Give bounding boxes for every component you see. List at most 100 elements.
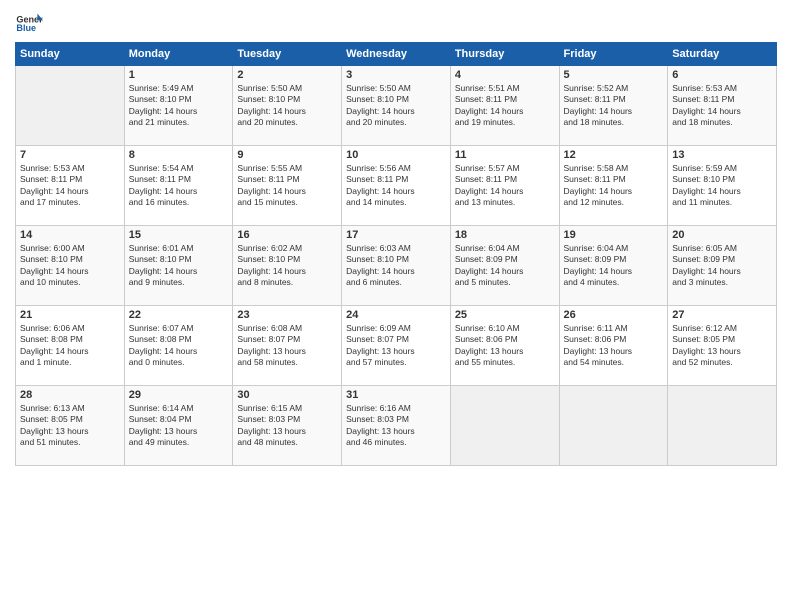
calendar-week-row: 14 Sunrise: 6:00 AM Sunset: 8:10 PM Dayli… — [16, 226, 777, 306]
day-number: 3 — [346, 69, 446, 81]
header: General Blue — [15, 10, 777, 38]
cell-info: Sunrise: 6:08 AM Sunset: 8:07 PM Dayligh… — [237, 323, 337, 369]
day-number: 25 — [455, 309, 555, 321]
calendar-cell: 31 Sunrise: 6:16 AM Sunset: 8:03 PM Dayli… — [342, 386, 451, 466]
cell-info: Sunrise: 5:53 AM Sunset: 8:11 PM Dayligh… — [672, 83, 772, 129]
calendar-cell: 23 Sunrise: 6:08 AM Sunset: 8:07 PM Dayli… — [233, 306, 342, 386]
cell-info: Sunrise: 5:53 AM Sunset: 8:11 PM Dayligh… — [20, 163, 120, 209]
calendar-cell: 4Sunrise: 5:51 AM Sunset: 8:11 PM Daylig… — [450, 66, 559, 146]
cell-info: Sunrise: 5:55 AM Sunset: 8:11 PM Dayligh… — [237, 163, 337, 209]
calendar-cell: 24 Sunrise: 6:09 AM Sunset: 8:07 PM Dayli… — [342, 306, 451, 386]
calendar-cell — [559, 386, 668, 466]
calendar-week-row: 28 Sunrise: 6:13 AM Sunset: 8:05 PM Dayli… — [16, 386, 777, 466]
cell-info: Sunrise: 6:07 AM Sunset: 8:08 PM Dayligh… — [129, 323, 229, 369]
day-number: 27 — [672, 309, 772, 321]
page-container: General Blue SundayMondayTuesdayWednesda… — [0, 0, 792, 471]
day-number: 8 — [129, 149, 229, 161]
calendar-cell: 9Sunrise: 5:55 AM Sunset: 8:11 PM Daylig… — [233, 146, 342, 226]
cell-info: Sunrise: 6:15 AM Sunset: 8:03 PM Dayligh… — [237, 403, 337, 449]
calendar-cell: 7 Sunrise: 5:53 AM Sunset: 8:11 PM Daylig… — [16, 146, 125, 226]
day-number: 31 — [346, 389, 446, 401]
day-number: 22 — [129, 309, 229, 321]
calendar-week-row: 21 Sunrise: 6:06 AM Sunset: 8:08 PM Dayli… — [16, 306, 777, 386]
cell-info: Sunrise: 5:50 AM Sunset: 8:10 PM Dayligh… — [237, 83, 337, 129]
day-number: 28 — [20, 389, 120, 401]
calendar-cell — [668, 386, 777, 466]
cell-info: Sunrise: 6:09 AM Sunset: 8:07 PM Dayligh… — [346, 323, 446, 369]
cell-info: Sunrise: 5:59 AM Sunset: 8:10 PM Dayligh… — [672, 163, 772, 209]
day-of-week-thursday: Thursday — [450, 43, 559, 66]
cell-info: Sunrise: 6:00 AM Sunset: 8:10 PM Dayligh… — [20, 243, 120, 289]
calendar-cell: 26Sunrise: 6:11 AM Sunset: 8:06 PM Dayli… — [559, 306, 668, 386]
calendar-cell: 1 Sunrise: 5:49 AM Sunset: 8:10 PM Daylig… — [124, 66, 233, 146]
day-number: 23 — [237, 309, 337, 321]
calendar-cell: 11 Sunrise: 5:57 AM Sunset: 8:11 PM Dayli… — [450, 146, 559, 226]
day-of-week-monday: Monday — [124, 43, 233, 66]
day-number: 21 — [20, 309, 120, 321]
calendar-cell: 28 Sunrise: 6:13 AM Sunset: 8:05 PM Dayli… — [16, 386, 125, 466]
day-number: 12 — [564, 149, 664, 161]
cell-info: Sunrise: 5:50 AM Sunset: 8:10 PM Dayligh… — [346, 83, 446, 129]
day-number: 20 — [672, 229, 772, 241]
calendar-cell: 25Sunrise: 6:10 AM Sunset: 8:06 PM Dayli… — [450, 306, 559, 386]
cell-info: Sunrise: 5:54 AM Sunset: 8:11 PM Dayligh… — [129, 163, 229, 209]
calendar-cell: 18 Sunrise: 6:04 AM Sunset: 8:09 PM Dayli… — [450, 226, 559, 306]
day-number: 30 — [237, 389, 337, 401]
day-number: 14 — [20, 229, 120, 241]
day-number: 18 — [455, 229, 555, 241]
calendar-cell: 27Sunrise: 6:12 AM Sunset: 8:05 PM Dayli… — [668, 306, 777, 386]
day-number: 5 — [564, 69, 664, 81]
calendar-cell: 17 Sunrise: 6:03 AM Sunset: 8:10 PM Dayli… — [342, 226, 451, 306]
calendar-cell: 5 Sunrise: 5:52 AM Sunset: 8:11 PM Daylig… — [559, 66, 668, 146]
calendar-table: SundayMondayTuesdayWednesdayThursdayFrid… — [15, 42, 777, 466]
day-of-week-sunday: Sunday — [16, 43, 125, 66]
calendar-cell: 13 Sunrise: 5:59 AM Sunset: 8:10 PM Dayli… — [668, 146, 777, 226]
svg-text:Blue: Blue — [16, 23, 36, 33]
logo: General Blue — [15, 10, 43, 38]
calendar-cell: 12 Sunrise: 5:58 AM Sunset: 8:11 PM Dayli… — [559, 146, 668, 226]
calendar-cell: 15Sunrise: 6:01 AM Sunset: 8:10 PM Dayli… — [124, 226, 233, 306]
cell-info: Sunrise: 5:58 AM Sunset: 8:11 PM Dayligh… — [564, 163, 664, 209]
cell-info: Sunrise: 5:56 AM Sunset: 8:11 PM Dayligh… — [346, 163, 446, 209]
day-number: 4 — [455, 69, 555, 81]
calendar-cell: 3 Sunrise: 5:50 AM Sunset: 8:10 PM Daylig… — [342, 66, 451, 146]
day-number: 24 — [346, 309, 446, 321]
day-of-week-saturday: Saturday — [668, 43, 777, 66]
day-number: 16 — [237, 229, 337, 241]
cell-info: Sunrise: 5:57 AM Sunset: 8:11 PM Dayligh… — [455, 163, 555, 209]
cell-info: Sunrise: 5:49 AM Sunset: 8:10 PM Dayligh… — [129, 83, 229, 129]
cell-info: Sunrise: 6:06 AM Sunset: 8:08 PM Dayligh… — [20, 323, 120, 369]
cell-info: Sunrise: 6:13 AM Sunset: 8:05 PM Dayligh… — [20, 403, 120, 449]
cell-info: Sunrise: 6:16 AM Sunset: 8:03 PM Dayligh… — [346, 403, 446, 449]
calendar-cell: 21 Sunrise: 6:06 AM Sunset: 8:08 PM Dayli… — [16, 306, 125, 386]
cell-info: Sunrise: 6:04 AM Sunset: 8:09 PM Dayligh… — [455, 243, 555, 289]
day-number: 13 — [672, 149, 772, 161]
calendar-cell: 2Sunrise: 5:50 AM Sunset: 8:10 PM Daylig… — [233, 66, 342, 146]
day-number: 10 — [346, 149, 446, 161]
day-number: 17 — [346, 229, 446, 241]
calendar-cell: 14 Sunrise: 6:00 AM Sunset: 8:10 PM Dayli… — [16, 226, 125, 306]
day-number: 19 — [564, 229, 664, 241]
day-number: 7 — [20, 149, 120, 161]
calendar-cell: 29 Sunrise: 6:14 AM Sunset: 8:04 PM Dayli… — [124, 386, 233, 466]
cell-info: Sunrise: 6:03 AM Sunset: 8:10 PM Dayligh… — [346, 243, 446, 289]
calendar-week-row: 7 Sunrise: 5:53 AM Sunset: 8:11 PM Daylig… — [16, 146, 777, 226]
cell-info: Sunrise: 6:04 AM Sunset: 8:09 PM Dayligh… — [564, 243, 664, 289]
calendar-cell: 22 Sunrise: 6:07 AM Sunset: 8:08 PM Dayli… — [124, 306, 233, 386]
cell-info: Sunrise: 5:52 AM Sunset: 8:11 PM Dayligh… — [564, 83, 664, 129]
day-of-week-friday: Friday — [559, 43, 668, 66]
calendar-cell: 16 Sunrise: 6:02 AM Sunset: 8:10 PM Dayli… — [233, 226, 342, 306]
calendar-header-row: SundayMondayTuesdayWednesdayThursdayFrid… — [16, 43, 777, 66]
day-number: 11 — [455, 149, 555, 161]
calendar-cell: 6 Sunrise: 5:53 AM Sunset: 8:11 PM Daylig… — [668, 66, 777, 146]
cell-info: Sunrise: 6:14 AM Sunset: 8:04 PM Dayligh… — [129, 403, 229, 449]
calendar-week-row: 1 Sunrise: 5:49 AM Sunset: 8:10 PM Daylig… — [16, 66, 777, 146]
day-of-week-tuesday: Tuesday — [233, 43, 342, 66]
day-number: 15 — [129, 229, 229, 241]
day-number: 6 — [672, 69, 772, 81]
day-number: 29 — [129, 389, 229, 401]
logo-icon: General Blue — [15, 10, 43, 38]
day-number: 1 — [129, 69, 229, 81]
cell-info: Sunrise: 6:02 AM Sunset: 8:10 PM Dayligh… — [237, 243, 337, 289]
day-number: 26 — [564, 309, 664, 321]
